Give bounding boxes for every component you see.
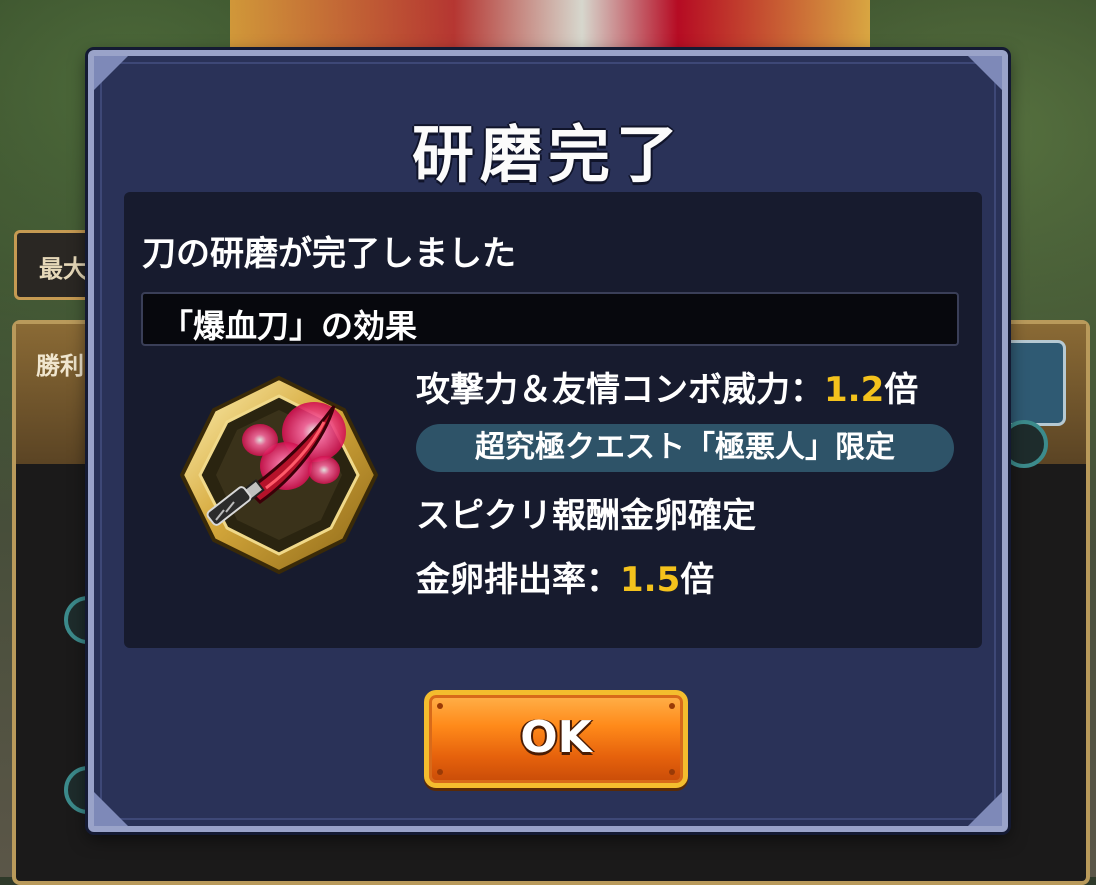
effect-header-bar: 「爆血刀」の効果 [141, 292, 959, 346]
dialog-content-panel: 刀の研磨が完了しました 「爆血刀」の効果 攻撃力＆友情コンボ威力：1.2倍 超究… [124, 192, 982, 648]
dialog-corner [94, 56, 128, 90]
effect-header: 「爆血刀」の効果 [161, 307, 418, 345]
dialog-corner [968, 792, 1002, 826]
blood-blade-icon [174, 370, 384, 580]
dialog-corner [968, 56, 1002, 90]
effect-gold-egg-rate-label: 金卵排出率： [416, 560, 620, 600]
effect-speed-clear-reward: スピクリ報酬金卵確定 [416, 496, 756, 536]
effect-attack-combo-value: 1.2 [824, 370, 885, 410]
ok-button[interactable]: OK [424, 690, 688, 788]
background-tab-label: 最大 [39, 255, 87, 283]
background-panel-label: 勝利 [36, 352, 84, 380]
effect-attack-combo-label: 攻撃力＆友情コンボ威力： [416, 370, 824, 410]
effect-attack-combo: 攻撃力＆友情コンボ威力：1.2倍 [416, 362, 918, 411]
effect-gold-egg-rate-value: 1.5 [620, 560, 681, 600]
quest-restriction-badge: 超究極クエスト「極悪人」限定 [416, 424, 954, 472]
dialog-corner [94, 792, 128, 826]
polish-complete-dialog: 研磨完了 刀の研磨が完了しました 「爆血刀」の効果 攻撃力＆友情コンボ威力：1.… [88, 50, 1008, 832]
dialog-title: 研磨完了 [411, 118, 684, 191]
ok-button-label: OK [520, 712, 592, 763]
quest-restriction-label: 超究極クエスト「極悪人」限定 [475, 430, 895, 465]
effect-gold-egg-rate: 金卵排出率：1.5倍 [416, 552, 714, 601]
completion-message: 刀の研磨が完了しました [142, 234, 516, 274]
effect-gold-egg-rate-unit: 倍 [680, 560, 715, 600]
effect-attack-combo-unit: 倍 [884, 370, 919, 410]
